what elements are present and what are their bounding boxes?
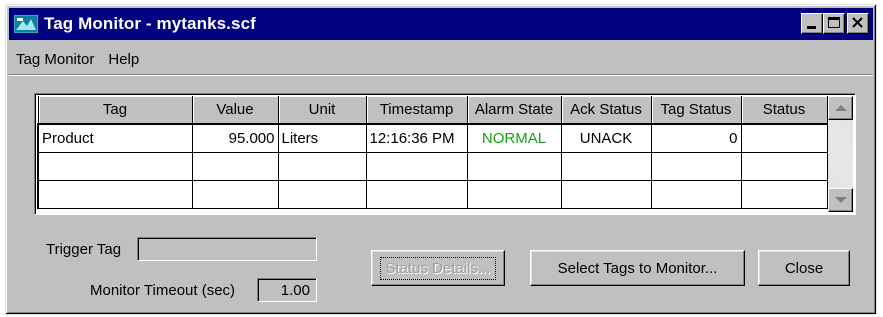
tag-table: Tag Value Unit Timestamp Alarm State Ack… <box>37 96 828 209</box>
menu-help[interactable]: Help <box>101 51 146 68</box>
cell-tag-status[interactable]: 0 <box>651 123 742 153</box>
trigger-tag-label: Trigger Tag <box>46 241 122 258</box>
maximize-button[interactable] <box>823 13 845 34</box>
table-row[interactable] <box>37 151 828 181</box>
column-header-tag-status[interactable]: Tag Status <box>651 96 742 125</box>
table-row[interactable]: Product 95.000 Liters 12:16:36 PM NORMAL… <box>37 123 828 153</box>
cell-alarm-state[interactable]: NORMAL <box>467 123 562 153</box>
trigger-tag-field[interactable] <box>137 237 317 261</box>
title-bar[interactable]: Tag Monitor - mytanks.scf <box>9 8 873 40</box>
status-details-label: Status Details... <box>380 256 496 280</box>
menu-tag-monitor[interactable]: Tag Monitor <box>9 51 101 68</box>
cell-timestamp[interactable] <box>366 151 468 181</box>
cell-unit[interactable]: Liters <box>278 123 367 153</box>
column-header-timestamp[interactable]: Timestamp <box>366 96 468 125</box>
close-window-button[interactable] <box>847 13 869 34</box>
cell-ack-status[interactable]: UNACK <box>561 123 652 153</box>
caption-buttons <box>801 13 869 34</box>
arrow-up-icon <box>835 105 847 111</box>
menu-bar: Tag Monitor Help <box>9 45 873 75</box>
close-button[interactable]: Close <box>758 250 850 286</box>
table-row[interactable] <box>37 179 828 209</box>
minimize-button[interactable] <box>801 13 823 34</box>
minimize-icon <box>807 26 816 29</box>
vertical-scrollbar[interactable] <box>828 96 853 212</box>
column-header-unit[interactable]: Unit <box>278 96 367 125</box>
cell-value[interactable]: 95.000 <box>192 123 279 153</box>
tag-monitor-app-icon[interactable] <box>13 14 39 34</box>
scroll-down-button[interactable] <box>828 188 853 212</box>
monitor-timeout-field[interactable] <box>257 278 317 302</box>
cell-alarm-state[interactable] <box>467 179 562 209</box>
select-tags-button[interactable]: Select Tags to Monitor... <box>530 250 745 286</box>
cell-tag[interactable] <box>37 179 193 209</box>
column-header-value[interactable]: Value <box>192 96 279 125</box>
cell-status[interactable] <box>741 123 828 153</box>
table-header-row: Tag Value Unit Timestamp Alarm State Ack… <box>37 96 828 125</box>
arrow-down-icon <box>835 197 847 203</box>
cell-ack-status[interactable] <box>561 151 652 181</box>
cell-timestamp[interactable] <box>366 179 468 209</box>
cell-status[interactable] <box>741 151 828 181</box>
cell-value[interactable] <box>192 179 279 209</box>
cell-alarm-state[interactable] <box>467 151 562 181</box>
column-header-tag[interactable]: Tag <box>37 96 193 125</box>
tag-grid[interactable]: Tag Value Unit Timestamp Alarm State Ack… <box>34 93 856 215</box>
maximize-icon <box>828 17 840 28</box>
cell-tag-status[interactable] <box>651 179 742 209</box>
window-title: Tag Monitor - mytanks.scf <box>44 14 256 33</box>
cell-tag-status[interactable] <box>651 151 742 181</box>
close-icon <box>852 17 863 28</box>
tag-monitor-window: Tag Monitor - mytanks.scf Tag Monitor He… <box>5 4 877 315</box>
monitor-timeout-label: Monitor Timeout (sec) <box>90 282 236 299</box>
cell-unit[interactable] <box>278 151 367 181</box>
cell-tag[interactable]: Product <box>37 123 193 153</box>
cell-tag[interactable] <box>37 151 193 181</box>
scroll-up-button[interactable] <box>828 96 853 120</box>
column-header-status[interactable]: Status <box>741 96 828 125</box>
column-header-ack-status[interactable]: Ack Status <box>561 96 652 125</box>
column-header-alarm-state[interactable]: Alarm State <box>467 96 562 125</box>
cell-value[interactable] <box>192 151 279 181</box>
cell-unit[interactable] <box>278 179 367 209</box>
cell-ack-status[interactable] <box>561 179 652 209</box>
status-details-button[interactable]: Status Details... <box>371 250 505 286</box>
cell-timestamp[interactable]: 12:16:36 PM <box>366 123 468 153</box>
cell-status[interactable] <box>741 179 828 209</box>
